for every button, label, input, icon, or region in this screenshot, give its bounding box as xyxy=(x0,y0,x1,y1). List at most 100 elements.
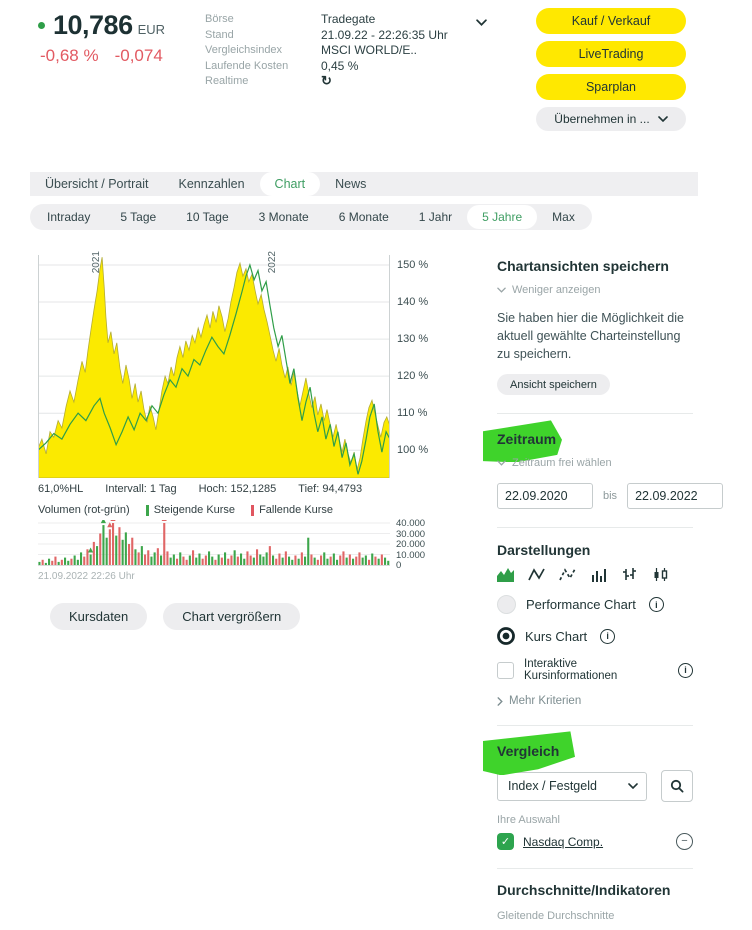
price-chart-y-axis: 150 %140 %130 %120 %110 %100 % xyxy=(397,255,452,478)
tab-news[interactable]: News xyxy=(320,172,381,196)
boerse-value[interactable]: Tradegate xyxy=(321,12,375,28)
dashed-line-chart-icon[interactable] xyxy=(559,567,576,582)
chevron-down-icon xyxy=(658,116,668,122)
divider xyxy=(497,527,693,528)
tab-chart[interactable]: Chart xyxy=(260,172,321,196)
save-views-title: Chartansichten speichern xyxy=(497,258,693,274)
period-10-tage[interactable]: 10 Tage xyxy=(171,204,244,230)
kurs-chart-option[interactable]: Kurs Chart i xyxy=(497,627,693,645)
kurs-chart-label: Kurs Chart xyxy=(525,629,587,644)
ansicht-speichern-button[interactable]: Ansicht speichern xyxy=(497,374,610,395)
stat-hl: 61,0%HL xyxy=(38,483,83,495)
darstellungen-mehr-kriterien-link[interactable]: Mehr Kriterien xyxy=(497,695,693,707)
vergleich-select-value: Index / Festgeld xyxy=(508,779,597,793)
chart-type-icons xyxy=(497,567,693,582)
period-3-monate[interactable]: 3 Monate xyxy=(244,204,324,230)
period-5-jahre[interactable]: 5 Jahre xyxy=(467,205,537,229)
chevron-down-icon[interactable] xyxy=(620,773,646,800)
candlestick-chart-icon[interactable] xyxy=(652,567,669,582)
fund-chart-page: 10,786 EUR -0,68 % -0,074 BörseTradegate… xyxy=(0,0,752,930)
rising-label: Steigende Kurse xyxy=(154,504,235,516)
divider xyxy=(497,725,693,726)
search-button[interactable] xyxy=(661,770,693,802)
zeitraum-frei-waehlen-label: Zeitraum frei wählen xyxy=(512,457,612,469)
area-chart-icon[interactable] xyxy=(497,567,514,582)
comparison-selection-row: ✓ Nasdaq Comp. − xyxy=(497,833,693,850)
info-label: Börse xyxy=(205,12,321,28)
period-5-tage[interactable]: 5 Tage xyxy=(105,204,171,230)
volume-axis-tick-label: 30.000 xyxy=(396,529,425,540)
price-chart: 20212022 150 %140 %130 %120 %110 %100 % xyxy=(38,255,390,478)
interaktive-kursinformationen-label: Interaktive Kursinformationen xyxy=(524,658,665,682)
volume-axis-tick-label: 0 xyxy=(396,560,401,571)
date-range-row: bis xyxy=(497,483,693,509)
kursdaten-button[interactable]: Kursdaten xyxy=(50,603,147,630)
livetrading-button[interactable]: LiveTrading xyxy=(536,41,686,67)
info-label: Laufende Kosten xyxy=(205,59,321,75)
performance-chart-option[interactable]: Performance Chart i xyxy=(497,595,693,614)
trend-dot-icon xyxy=(38,22,45,29)
chart-area: 20212022 150 %140 %130 %120 %110 %100 % … xyxy=(38,255,468,630)
kauf-verkauf-button[interactable]: Kauf / Verkauf xyxy=(536,8,686,34)
vergleich-select[interactable]: Index / Festgeld xyxy=(497,772,647,801)
info-icon[interactable]: i xyxy=(600,629,615,644)
refresh-icon[interactable]: ↻ xyxy=(321,74,332,90)
falling-swatch-icon xyxy=(251,505,254,516)
volume-axis-tick-label: 10.000 xyxy=(396,550,425,561)
radio-unchecked-icon[interactable] xyxy=(497,595,516,614)
darstellungen-title: Darstellungen xyxy=(497,542,693,558)
weniger-anzeigen-label: Weniger anzeigen xyxy=(512,284,600,296)
tab-uebersicht-portrait[interactable]: Übersicht / Portrait xyxy=(30,172,164,196)
chart-timestamp: 21.09.2022 22:26 Uhr xyxy=(38,571,468,582)
y-axis-tick-label: 150 % xyxy=(397,259,428,271)
uebernehmen-button[interactable]: Übernehmen in ... xyxy=(536,107,686,131)
volume-legend: Volumen (rot-grün) Steigende Kurse Falle… xyxy=(38,504,468,516)
volume-chart-canvas xyxy=(38,520,390,568)
period-1-jahr[interactable]: 1 Jahr xyxy=(404,204,467,230)
chart-settings-sidebar: Chartansichten speichern Weniger anzeige… xyxy=(497,258,693,930)
boerse-dropdown-chevron-icon[interactable] xyxy=(476,13,487,31)
info-icon[interactable]: i xyxy=(678,663,693,678)
gleitende-durchschnitte-label: Gleitende Durchschnitte xyxy=(497,910,693,922)
interaktive-kursinformationen-option[interactable]: Interaktive Kursinformationen i xyxy=(497,658,693,682)
period-max[interactable]: Max xyxy=(537,204,590,230)
weniger-anzeigen-toggle[interactable]: Weniger anzeigen xyxy=(497,284,693,296)
y-axis-tick-label: 120 % xyxy=(397,370,428,382)
tab-kennzahlen[interactable]: Kennzahlen xyxy=(164,172,260,196)
bar-chart-icon[interactable] xyxy=(590,567,607,582)
falling-label: Fallende Kurse xyxy=(259,504,333,516)
volume-chart-y-axis: 40.00030.00020.00010.0000 xyxy=(396,520,446,568)
y-axis-tick-label: 100 % xyxy=(397,444,428,456)
radio-checked-icon[interactable] xyxy=(497,627,515,645)
chart-vergroessern-button[interactable]: Chart vergrößern xyxy=(163,603,300,630)
save-views-description: Sie haben hier die Möglichkeit die aktue… xyxy=(497,309,693,363)
price-chart-canvas xyxy=(38,255,390,478)
chevron-right-icon xyxy=(497,697,503,706)
performance-chart-label: Performance Chart xyxy=(526,597,636,612)
nasdaq-comp-link[interactable]: Nasdaq Comp. xyxy=(523,835,603,849)
checkbox-checked-icon[interactable]: ✓ xyxy=(497,833,514,850)
period-6-monate[interactable]: 6 Monate xyxy=(324,204,404,230)
sparplan-button[interactable]: Sparplan xyxy=(536,74,686,100)
date-to-input[interactable] xyxy=(627,483,723,509)
period-intraday[interactable]: Intraday xyxy=(32,204,105,230)
ohlc-chart-icon[interactable] xyxy=(621,567,638,582)
chevron-down-icon xyxy=(497,460,506,466)
uebernehmen-label: Übernehmen in ... xyxy=(554,112,649,126)
price-value: 10,786 xyxy=(53,10,133,41)
checkbox-unchecked-icon[interactable] xyxy=(497,662,514,679)
info-icon[interactable]: i xyxy=(649,597,664,612)
date-from-input[interactable] xyxy=(497,483,593,509)
line-chart-icon[interactable] xyxy=(528,567,545,582)
divider xyxy=(497,868,693,869)
change-absolute: -0,074 xyxy=(115,46,163,66)
mehr-kriterien-label: Mehr Kriterien xyxy=(509,695,581,707)
stat-low: Tief: 94,4793 xyxy=(298,483,362,495)
remove-comparison-icon[interactable]: − xyxy=(676,833,693,850)
indikatoren-title: Durchschnitte/Indikatoren xyxy=(497,882,693,898)
info-label: Realtime xyxy=(205,74,321,90)
vergleich-select-row: Index / Festgeld xyxy=(497,770,693,802)
zeitraum-frei-waehlen-toggle[interactable]: Zeitraum frei wählen xyxy=(497,457,693,469)
chart-stats-row: 61,0%HL Intervall: 1 Tag Hoch: 152,1285 … xyxy=(38,483,468,495)
stat-high: Hoch: 152,1285 xyxy=(199,483,277,495)
